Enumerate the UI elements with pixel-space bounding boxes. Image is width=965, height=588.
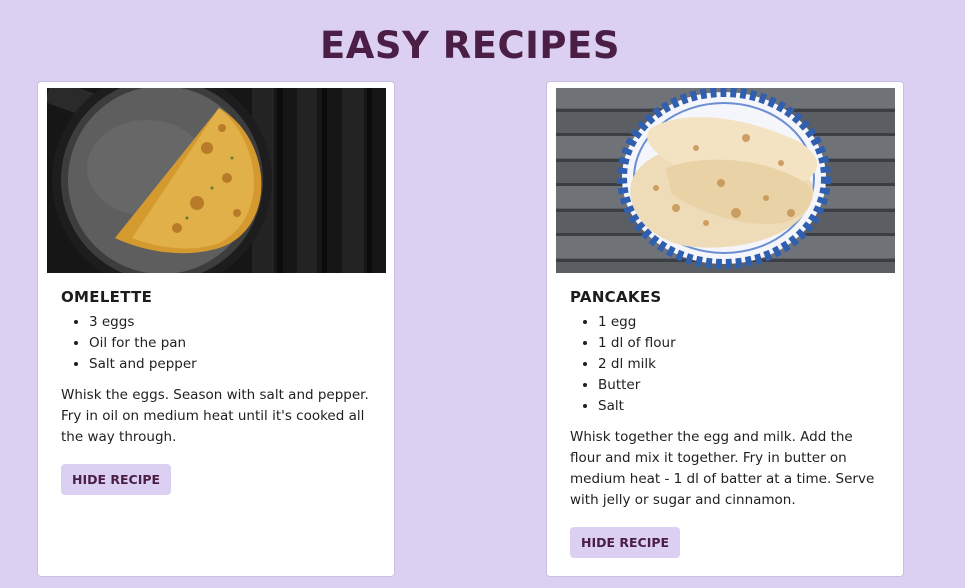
ingredient-item: Butter [598,375,883,396]
recipe-instructions: Whisk together the egg and milk. Add the… [570,429,875,508]
hide-recipe-button[interactable]: HIDE RECIPE [61,464,172,495]
recipe-instructions: Whisk the eggs. Season with salt and pep… [61,387,369,445]
recipe-body-omelette: OMELETTE 3 eggs Oil for the pan Salt and… [61,288,374,495]
ingredient-item: Salt [598,396,883,417]
hide-recipe-button[interactable]: HIDE RECIPE [570,527,681,558]
ingredient-item: 1 egg [598,312,883,333]
ingredient-item: 1 dl of flour [598,333,883,354]
ingredient-item: 2 dl milk [598,354,883,375]
recipe-body-pancakes: PANCAKES 1 egg 1 dl of flour 2 dl milk B… [570,288,883,558]
ingredient-list: 1 egg 1 dl of flour 2 dl milk Butter Sal… [570,312,883,417]
recipe-card-pancakes: PANCAKES 1 egg 1 dl of flour 2 dl milk B… [546,81,904,577]
recipe-title: PANCAKES [570,288,662,306]
ingredient-item: Salt and pepper [89,354,374,375]
omelette-photo [47,88,386,273]
pancakes-photo [556,88,895,273]
ingredient-item: 3 eggs [89,312,374,333]
recipe-card-omelette: OMELETTE 3 eggs Oil for the pan Salt and… [37,81,395,577]
recipe-title: OMELETTE [61,288,153,306]
ingredient-item: Oil for the pan [89,333,374,354]
page-title: EASY RECIPES [320,24,620,67]
ingredient-list: 3 eggs Oil for the pan Salt and pepper [61,312,374,375]
